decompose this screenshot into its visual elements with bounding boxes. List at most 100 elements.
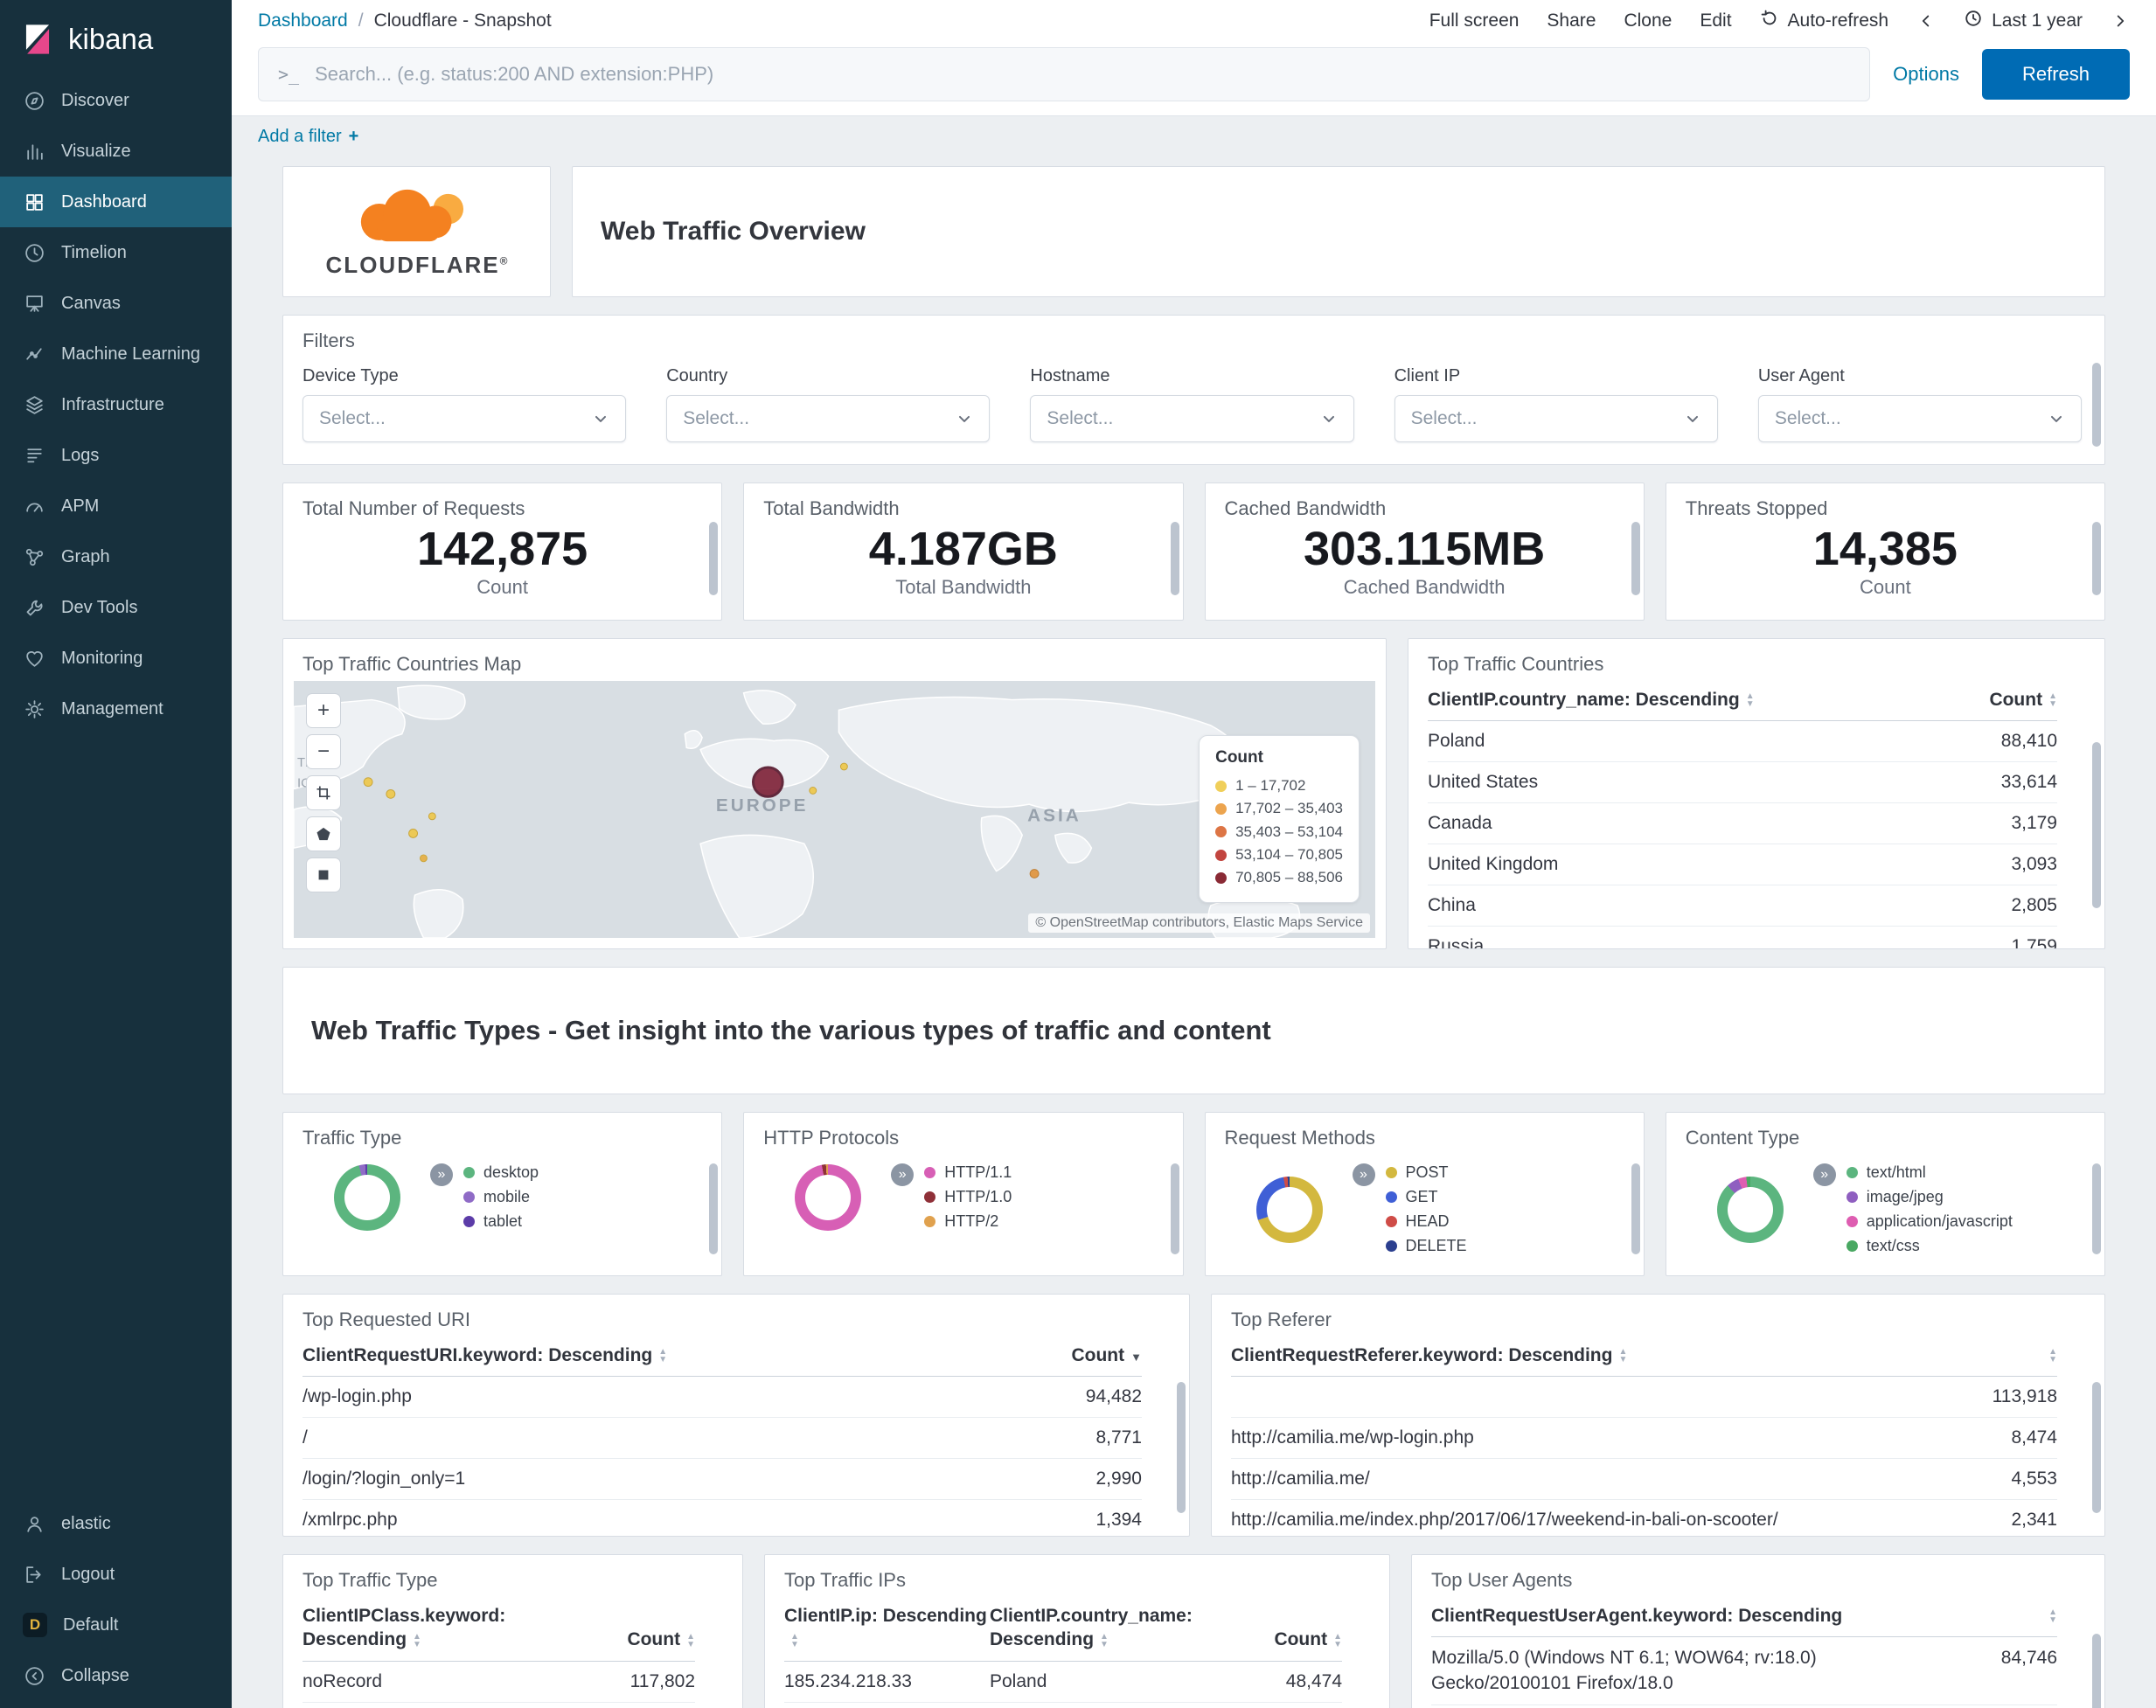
world-map[interactable]: EUROPE ASIA TH IC	[294, 681, 1375, 938]
kibana-logo[interactable]: kibana	[0, 0, 232, 75]
legend-toggle-icon[interactable]: »	[1352, 1163, 1375, 1186]
scrollbar-thumb[interactable]	[2092, 363, 2101, 447]
draw-polygon-button[interactable]	[306, 816, 341, 851]
add-filter-link[interactable]: Add a filter	[258, 127, 342, 147]
legend-item[interactable]: desktop	[463, 1163, 539, 1182]
edit-button[interactable]: Edit	[1700, 10, 1731, 31]
sort-icon[interactable]: ▲ ▼	[790, 1632, 799, 1649]
sort-descending-icon[interactable]: ▼	[1130, 1350, 1142, 1364]
full-screen-button[interactable]: Full screen	[1429, 10, 1520, 31]
add-filter-plus-icon[interactable]: +	[349, 127, 359, 147]
column-header-count[interactable]: Count ▼	[1011, 1343, 1142, 1367]
sidebar-item-discover[interactable]: Discover	[0, 75, 232, 126]
legend-item[interactable]: GET	[1385, 1188, 1467, 1206]
country-select[interactable]: Select...	[666, 395, 991, 442]
legend-item[interactable]: POST	[1385, 1163, 1467, 1182]
scrollbar-thumb[interactable]	[2092, 742, 2101, 908]
sidebar-item-elastic-user[interactable]: elastic	[0, 1498, 232, 1549]
column-header-country[interactable]: ClientIP.country_name: Descending ▲ ▼	[1428, 688, 1900, 712]
client-ip-select[interactable]: Select...	[1394, 395, 1718, 442]
sidebar-item-infrastructure[interactable]: Infrastructure	[0, 379, 232, 430]
scrollbar-thumb[interactable]	[1170, 522, 1179, 595]
sidebar-item-dashboard[interactable]: Dashboard	[0, 177, 232, 227]
scrollbar-thumb[interactable]	[1631, 522, 1640, 595]
request-methods-donut[interactable]	[1255, 1176, 1323, 1243]
sidebar-item-collapse[interactable]: Collapse	[0, 1650, 232, 1701]
hostname-select[interactable]: Select...	[1030, 395, 1354, 442]
sort-icon[interactable]: ▲ ▼	[2048, 692, 2057, 709]
sidebar-item-visualize[interactable]: Visualize	[0, 126, 232, 177]
clone-button[interactable]: Clone	[1624, 10, 1672, 31]
fit-bounds-button[interactable]	[306, 775, 341, 810]
legend-item[interactable]: HEAD	[1385, 1212, 1467, 1231]
legend-item[interactable]: text/html	[1846, 1163, 2013, 1182]
legend-toggle-icon[interactable]: »	[891, 1163, 915, 1186]
sidebar-item-default-space[interactable]: D Default	[0, 1600, 232, 1650]
scrollbar-thumb[interactable]	[709, 1163, 719, 1254]
sort-icon[interactable]: ▲ ▼	[1746, 692, 1755, 709]
legend-item[interactable]: text/css	[1846, 1237, 2013, 1255]
legend-toggle-icon[interactable]: »	[430, 1163, 453, 1186]
zoom-in-button[interactable]: +	[306, 693, 341, 728]
sidebar-item-management[interactable]: Management	[0, 684, 232, 734]
column-header-referer[interactable]: ClientRequestReferer.keyword: Descending…	[1231, 1343, 1909, 1367]
column-header-country[interactable]: ClientIP.country_name: Descending ▲ ▼	[990, 1604, 1234, 1652]
sidebar-item-graph[interactable]: Graph	[0, 531, 232, 582]
legend-toggle-icon[interactable]: »	[1812, 1163, 1836, 1186]
traffic-type-donut[interactable]	[334, 1163, 400, 1231]
share-button[interactable]: Share	[1547, 10, 1596, 31]
legend-item[interactable]: DELETE	[1385, 1237, 1467, 1255]
legend-item[interactable]: mobile	[463, 1188, 539, 1206]
legend-item[interactable]: HTTP/1.0	[924, 1188, 1012, 1206]
http-protocols-donut[interactable]	[795, 1163, 862, 1231]
time-forward-button[interactable]	[2111, 11, 2130, 31]
device-type-select[interactable]: Select...	[303, 395, 627, 442]
sort-icon[interactable]: ▲ ▼	[2048, 1608, 2057, 1625]
sort-icon[interactable]: ▲ ▼	[686, 1632, 695, 1649]
time-back-button[interactable]	[1916, 11, 1936, 31]
refresh-button[interactable]: Refresh	[1981, 49, 2130, 100]
sort-icon[interactable]: ▲ ▼	[658, 1348, 667, 1364]
content-type-donut[interactable]	[1716, 1176, 1784, 1243]
sidebar-item-timelion[interactable]: Timelion	[0, 227, 232, 278]
sidebar-item-logs[interactable]: Logs	[0, 430, 232, 481]
legend-item[interactable]: HTTP/2	[924, 1212, 1012, 1231]
scrollbar-thumb[interactable]	[709, 522, 719, 595]
sidebar-item-monitoring[interactable]: Monitoring	[0, 633, 232, 684]
sort-icon[interactable]: ▲ ▼	[413, 1632, 421, 1649]
column-header-class[interactable]: ClientIPClass.keyword: Descending ▲ ▼	[303, 1604, 590, 1652]
legend-item[interactable]: tablet	[463, 1212, 539, 1231]
user-agent-select[interactable]: Select...	[1757, 395, 2083, 442]
sort-icon[interactable]: ▲ ▼	[2048, 1348, 2057, 1364]
column-header-count[interactable]: Count ▲ ▼	[1900, 688, 2057, 712]
scrollbar-thumb[interactable]	[2092, 522, 2101, 595]
column-header-count[interactable]: Count ▲ ▼	[1234, 1628, 1342, 1651]
sidebar-item-logout[interactable]: Logout	[0, 1549, 232, 1600]
scrollbar-thumb[interactable]	[2092, 1382, 2101, 1513]
scrollbar-thumb[interactable]	[1177, 1382, 1186, 1513]
sort-icon[interactable]: ▲ ▼	[1333, 1632, 1342, 1649]
sort-icon[interactable]: ▲ ▼	[1100, 1632, 1109, 1649]
sidebar-item-dev-tools[interactable]: Dev Tools	[0, 582, 232, 633]
column-header-count[interactable]: ▲ ▼	[1917, 1604, 2057, 1628]
scrollbar-thumb[interactable]	[1170, 1163, 1179, 1254]
sidebar-item-canvas[interactable]: Canvas	[0, 278, 232, 329]
sidebar-item-machine-learning[interactable]: Machine Learning	[0, 329, 232, 379]
breadcrumb-dashboard-link[interactable]: Dashboard	[258, 10, 348, 31]
sidebar-item-apm[interactable]: APM	[0, 481, 232, 531]
column-header-ip[interactable]: ClientIP.ip: Descending ▲ ▼	[784, 1604, 990, 1652]
search-input[interactable]	[315, 63, 1851, 86]
scrollbar-thumb[interactable]	[2092, 1163, 2101, 1254]
column-header-uri[interactable]: ClientRequestURI.keyword: Descending ▲ ▼	[303, 1343, 1011, 1367]
options-link[interactable]: Options	[1893, 63, 1959, 86]
scrollbar-thumb[interactable]	[1631, 1163, 1640, 1254]
legend-item[interactable]: HTTP/1.1	[924, 1163, 1012, 1182]
draw-rectangle-button[interactable]	[306, 857, 341, 892]
time-range-button[interactable]: Last 1 year	[1964, 9, 2083, 33]
legend-item[interactable]: application/javascript	[1846, 1212, 2013, 1231]
zoom-out-button[interactable]: −	[306, 734, 341, 769]
auto-refresh-button[interactable]: Auto-refresh	[1760, 9, 1888, 33]
column-header-count[interactable]: Count ▲ ▼	[590, 1628, 695, 1651]
column-header-count[interactable]: ▲ ▼	[1909, 1343, 2057, 1367]
scrollbar-thumb[interactable]	[2092, 1634, 2101, 1708]
